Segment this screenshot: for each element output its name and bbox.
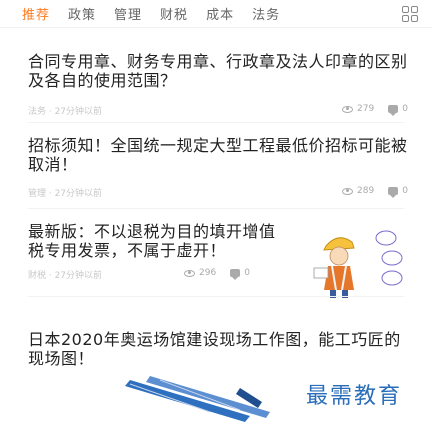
article-meta: 管理 · 27分钟以前: [28, 189, 103, 199]
comment-count: 0: [388, 186, 408, 198]
article-meta: 法务 · 27分钟以前: [28, 107, 103, 117]
divider: [28, 208, 404, 209]
eye-icon: [184, 269, 195, 277]
article-item[interactable]: 日本2020年奥运场馆建设现场工作图，能工巧匠的现场图！: [28, 330, 408, 368]
comment-count: 0: [388, 104, 408, 116]
article-item[interactable]: 招标须知！全国统一规定大型工程最低价招标可能被取消！: [28, 136, 408, 174]
tab-cost[interactable]: 成本: [206, 4, 234, 23]
article-item[interactable]: 合同专用章、财务专用章、行政章及法人印章的区别及各自的使用范围？: [28, 52, 408, 90]
comment-count: 0: [230, 268, 250, 280]
eye-icon: [342, 187, 353, 195]
article-title[interactable]: 招标须知！全国统一规定大型工程最低价招标可能被取消！: [28, 136, 408, 174]
article-meta: 财税 · 27分钟以前: [28, 271, 103, 281]
view-count: 289: [342, 186, 374, 196]
view-count: 279: [342, 104, 374, 114]
article-stats: 289 0: [342, 186, 408, 198]
article-item[interactable]: 最新版：不以退税为目的填开增值税专用发票，不属于虚开！: [28, 222, 284, 260]
article-title[interactable]: 日本2020年奥运场馆建设现场工作图，能工巧匠的现场图！: [28, 330, 408, 368]
tab-finance-tax[interactable]: 财税: [160, 4, 188, 23]
tab-management[interactable]: 管理: [114, 4, 142, 23]
article-stats: 296 0: [184, 268, 250, 280]
category-tabs: 推荐 政策 管理 财税 成本 法务: [0, 0, 432, 28]
tab-policy[interactable]: 政策: [68, 4, 96, 23]
view-count: 296: [184, 268, 216, 278]
comment-icon: [388, 105, 399, 116]
eye-icon: [342, 105, 353, 113]
comment-icon: [230, 269, 241, 280]
cartoon-worker-image: [313, 230, 403, 298]
tab-recommended[interactable]: 推荐: [22, 4, 50, 23]
article-title[interactable]: 合同专用章、财务专用章、行政章及法人印章的区别及各自的使用范围？: [28, 52, 408, 90]
grid-icon[interactable]: [402, 6, 418, 22]
divider: [28, 122, 404, 123]
article-title[interactable]: 最新版：不以退税为目的填开增值税专用发票，不属于虚开！: [28, 222, 284, 260]
tab-legal[interactable]: 法务: [252, 4, 280, 23]
article-thumbnail[interactable]: [288, 228, 408, 300]
divider: [28, 296, 404, 297]
article-stats: 279 0: [342, 104, 408, 116]
comment-icon: [388, 187, 399, 198]
brand-logo-text: 最需教育: [306, 384, 403, 409]
